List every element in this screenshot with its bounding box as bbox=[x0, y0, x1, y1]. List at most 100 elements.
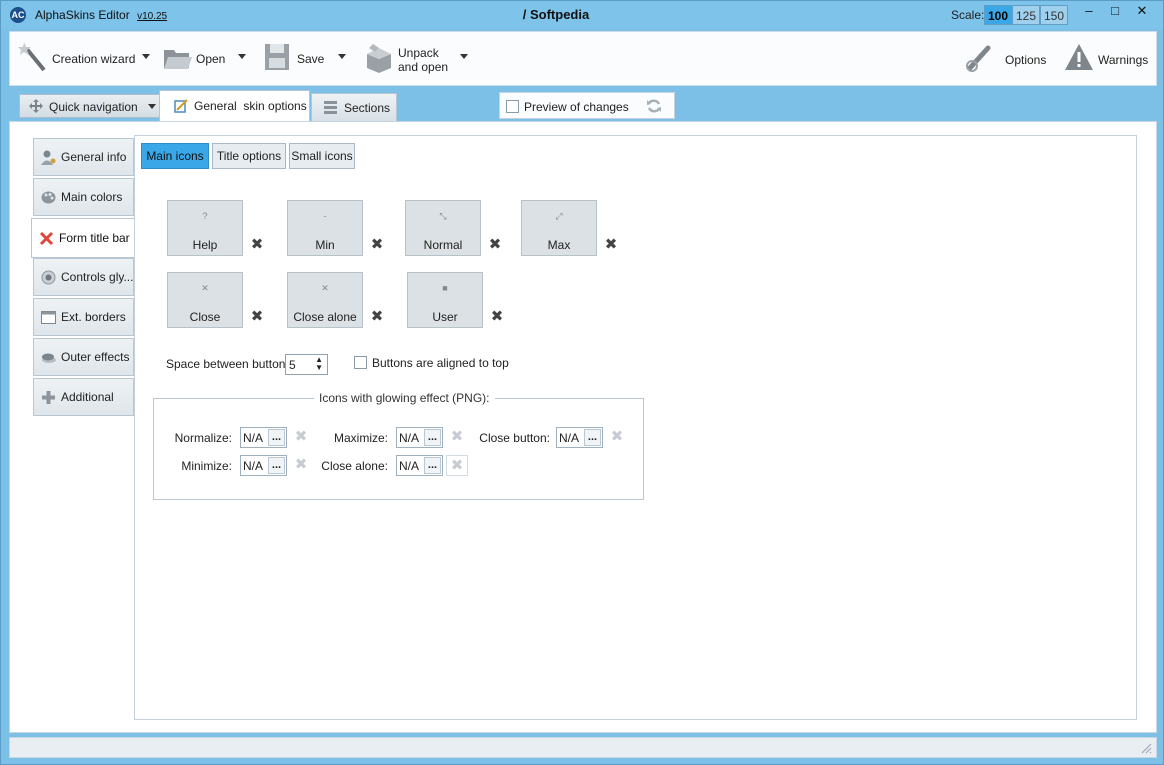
sections-list-icon bbox=[324, 101, 337, 114]
tab-general-skin-options[interactable]: General skin options bbox=[159, 90, 310, 121]
quick-navigation-label: Quick navigation bbox=[49, 100, 138, 114]
close-alone-icon-slot[interactable]: ✕ Close alone bbox=[287, 272, 363, 328]
clear-user-icon[interactable]: ✖ bbox=[490, 309, 504, 324]
min-icon-slot[interactable]: - Min bbox=[287, 200, 363, 256]
close-button-field[interactable]: N/A ... bbox=[556, 427, 603, 448]
open-button[interactable]: Open bbox=[160, 32, 250, 87]
sidebar-item-form-title-bar[interactable]: Form title bar bbox=[31, 218, 135, 258]
clear-close-icon[interactable]: ✖ bbox=[250, 309, 264, 324]
shadow-icon bbox=[42, 353, 56, 363]
sidebar-item-label: Additional bbox=[61, 390, 114, 404]
max-icon-label: Max bbox=[547, 238, 571, 252]
screwdriver-icon bbox=[966, 45, 991, 72]
clear-close-alone-icon[interactable]: ✖ bbox=[446, 455, 468, 476]
help-icon-slot[interactable]: ? Help bbox=[167, 200, 243, 256]
form-title-bar-content: Main icons Title options Small icons ? H… bbox=[134, 135, 1137, 720]
chevron-down-icon[interactable] bbox=[142, 54, 150, 59]
palette-icon bbox=[41, 191, 56, 204]
options-button[interactable]: Options bbox=[962, 32, 1050, 87]
close-window-button[interactable]: ✕ bbox=[1129, 1, 1155, 23]
app-window: AC AlphaSkins Editor v10.25 / Softpedia … bbox=[0, 0, 1164, 765]
sidebar-item-label: Outer effects bbox=[61, 350, 130, 364]
quick-navigation-dropdown[interactable]: Quick navigation bbox=[19, 94, 167, 118]
subtab-title-options[interactable]: Title options bbox=[212, 143, 286, 169]
normalize-browse-button[interactable]: ... bbox=[268, 429, 285, 446]
sidebar-item-outer-effects[interactable]: Outer effects bbox=[33, 338, 134, 376]
clear-help-icon[interactable]: ✖ bbox=[250, 237, 264, 252]
maximize-value: N/A bbox=[399, 431, 420, 445]
glowing-icons-group: Icons with glowing effect (PNG): Normali… bbox=[153, 391, 644, 500]
clear-close-alone-icon[interactable]: ✖ bbox=[370, 309, 384, 324]
subtab-main-icons[interactable]: Main icons bbox=[141, 143, 209, 169]
chevron-down-icon[interactable] bbox=[148, 104, 156, 109]
open-label: Open bbox=[196, 52, 226, 66]
spinner-arrows-icon[interactable]: ▲ ▼ bbox=[315, 356, 323, 372]
tab-general-skin-options-label: General skin options bbox=[194, 99, 307, 113]
clear-normalize-icon[interactable]: ✖ bbox=[294, 429, 308, 444]
close-red-icon bbox=[39, 231, 54, 246]
minimize-field[interactable]: N/A ... bbox=[240, 455, 287, 476]
creation-wizard-button[interactable]: Creation wizard bbox=[14, 32, 154, 87]
window-border-icon bbox=[41, 311, 56, 324]
close-button-browse-button[interactable]: ... bbox=[584, 429, 601, 446]
warnings-button[interactable]: Warnings bbox=[1062, 32, 1154, 87]
chevron-down-icon[interactable] bbox=[338, 54, 346, 59]
scale-150-button[interactable]: 150 bbox=[1040, 5, 1068, 25]
radio-glyph-icon bbox=[41, 270, 56, 285]
clear-normal-icon[interactable]: ✖ bbox=[488, 237, 502, 252]
preview-checkbox[interactable] bbox=[506, 100, 519, 113]
resize-grip-icon[interactable] bbox=[1140, 742, 1152, 754]
minimize-window-button[interactable]: – bbox=[1076, 1, 1102, 23]
maximize-field[interactable]: N/A ... bbox=[396, 427, 443, 448]
normal-icon-slot[interactable]: ⤡ Normal bbox=[405, 200, 481, 256]
close-alone-glyph-icon: ✕ bbox=[321, 283, 329, 293]
refresh-icon[interactable] bbox=[646, 98, 662, 114]
clear-min-icon[interactable]: ✖ bbox=[370, 237, 384, 252]
subtab-small-icons[interactable]: Small icons bbox=[289, 143, 355, 169]
max-icon-slot[interactable]: ⤢ Max bbox=[521, 200, 597, 256]
magic-wand-icon bbox=[18, 42, 46, 72]
close-alone-label: Close alone: bbox=[321, 459, 388, 473]
minimize-browse-button[interactable]: ... bbox=[268, 457, 285, 474]
space-between-buttons-label: Space between buttons bbox=[166, 357, 292, 371]
sidebar-item-additional[interactable]: Additional bbox=[33, 378, 134, 416]
sidebar-item-label: Main colors bbox=[61, 190, 123, 204]
normalize-field[interactable]: N/A ... bbox=[240, 427, 287, 448]
close-alone-field[interactable]: N/A ... bbox=[396, 455, 443, 476]
tab-sections[interactable]: Sections bbox=[311, 93, 397, 121]
preview-of-changes-toggle[interactable]: Preview of changes bbox=[499, 92, 675, 119]
unpack-label-line1: Unpack bbox=[398, 46, 439, 60]
clear-close-button-icon[interactable]: ✖ bbox=[610, 429, 624, 444]
main-panel: General info Main colors Form title bar … bbox=[9, 121, 1157, 733]
unpack-and-open-button[interactable]: Unpack and open bbox=[362, 32, 472, 87]
clear-minimize-icon[interactable]: ✖ bbox=[294, 457, 308, 472]
user-icon-slot[interactable]: ■ User bbox=[407, 272, 483, 328]
maximize-window-button[interactable]: □ bbox=[1102, 1, 1128, 23]
aligned-to-top-checkbox[interactable] bbox=[354, 356, 367, 369]
floppy-save-icon bbox=[265, 44, 289, 70]
status-bar bbox=[9, 737, 1157, 758]
clear-maximize-icon[interactable]: ✖ bbox=[450, 429, 464, 444]
close-icon-slot[interactable]: ✕ Close bbox=[167, 272, 243, 328]
sidebar-item-controls-glyphs[interactable]: Controls gly... bbox=[33, 258, 134, 296]
sidebar-item-main-colors[interactable]: Main colors bbox=[33, 178, 134, 216]
chevron-down-icon[interactable] bbox=[238, 54, 246, 59]
max-glyph-icon: ⤢ bbox=[555, 211, 563, 221]
sidebar-item-ext-borders[interactable]: Ext. borders bbox=[33, 298, 134, 336]
preview-of-changes-label: Preview of changes bbox=[524, 100, 629, 114]
sidebar-item-label: General info bbox=[61, 150, 127, 164]
spinner-value: 5 bbox=[289, 358, 296, 372]
clear-max-icon[interactable]: ✖ bbox=[604, 237, 618, 252]
normal-icon-label: Normal bbox=[423, 238, 463, 252]
close-alone-browse-button[interactable]: ... bbox=[424, 457, 441, 474]
scale-100-button[interactable]: 100 bbox=[984, 5, 1012, 25]
sidebar-item-general-info[interactable]: General info bbox=[33, 138, 134, 176]
space-between-buttons-spinner[interactable]: 5 ▲ ▼ bbox=[285, 354, 328, 375]
maximize-browse-button[interactable]: ... bbox=[424, 429, 441, 446]
help-glyph-icon: ? bbox=[202, 211, 208, 221]
scale-125-button[interactable]: 125 bbox=[1012, 5, 1040, 25]
help-icon-label: Help bbox=[192, 238, 218, 252]
chevron-down-icon[interactable] bbox=[460, 54, 468, 59]
save-button[interactable]: Save bbox=[260, 32, 352, 87]
sidebar-item-label: Controls gly... bbox=[61, 270, 134, 284]
